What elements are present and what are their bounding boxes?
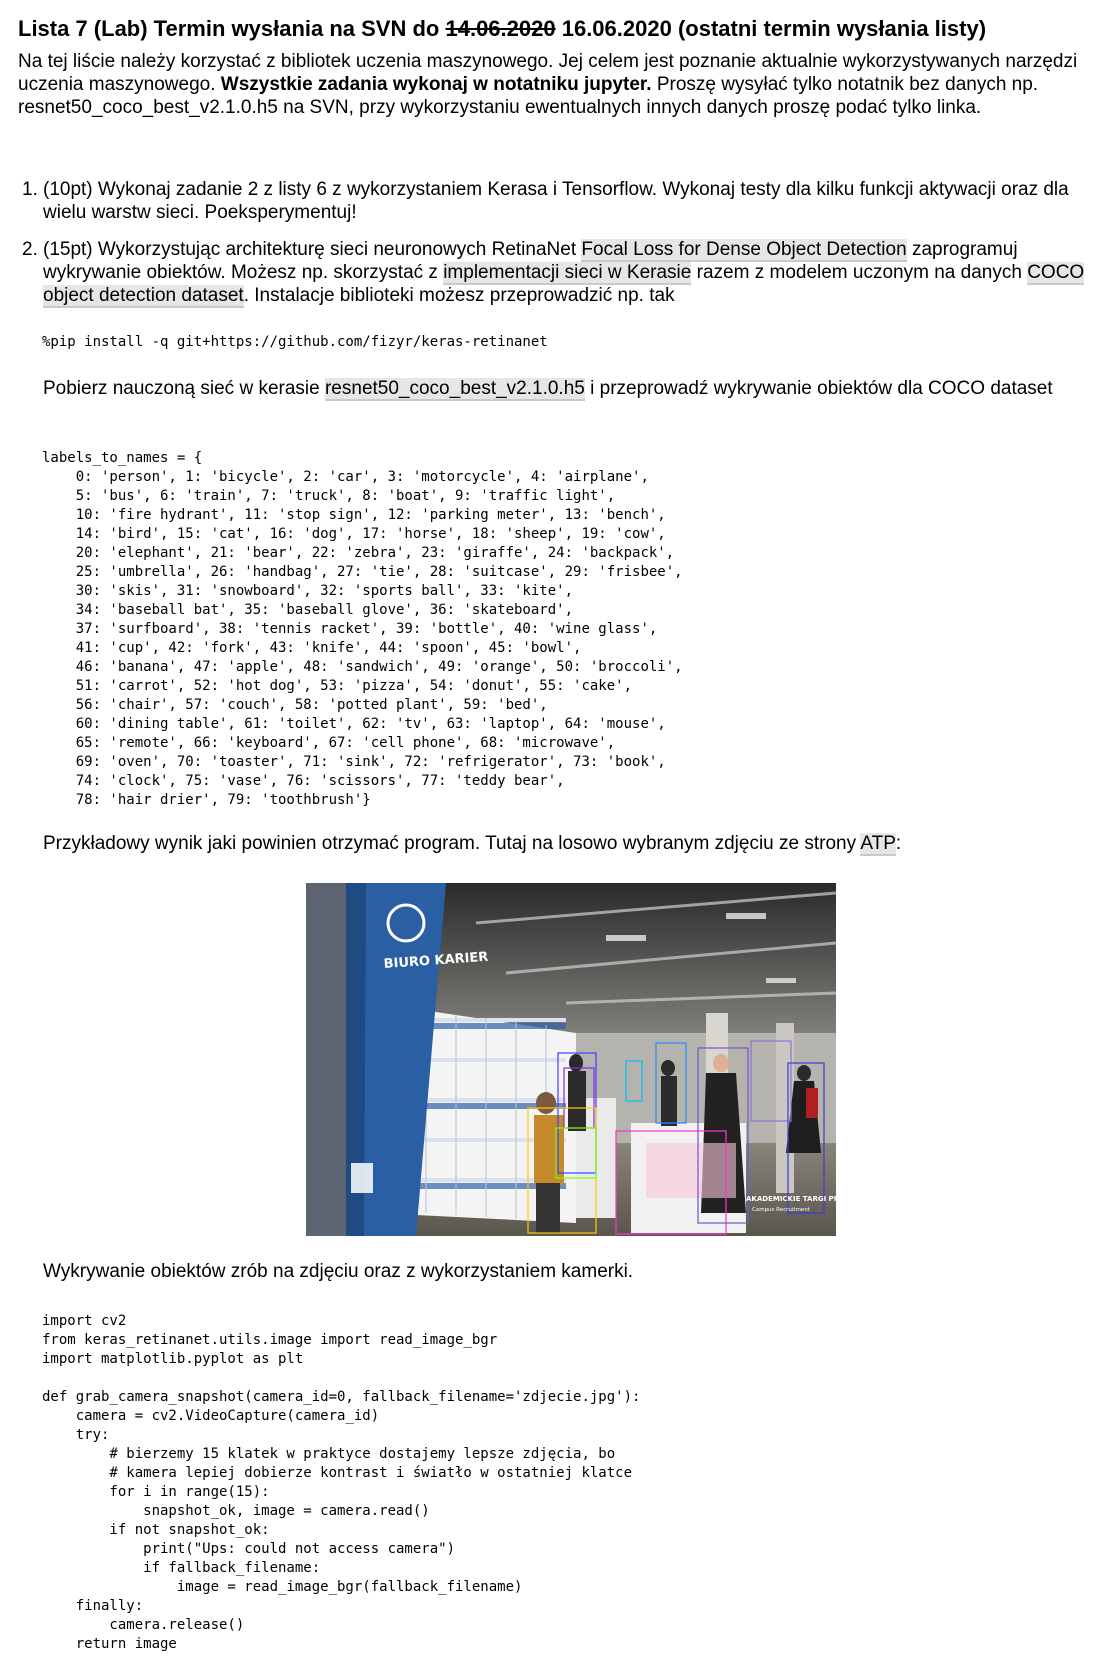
title-old-date: 14.06.2020	[445, 16, 556, 41]
task-2-text-3: razem z modelem uczonym na danych	[696, 262, 1022, 283]
intro-paragraph: Na tej liście należy korzystać z bibliot…	[18, 50, 1098, 119]
photo-illustration: BIURO KARIER AKADEMICKIE TARGI P Campus …	[306, 883, 836, 1236]
task-2-number: 2.	[22, 239, 38, 260]
task-1: 1. (10pt) Wykonaj zadanie 2 z listy 6 z …	[18, 178, 1098, 224]
example-colon: :	[895, 833, 902, 854]
focal-loss-link[interactable]: Focal Loss for Dense Object Detection	[581, 239, 907, 262]
example-text: Przykładowy wynik jaki powinien otrzymać…	[43, 833, 857, 854]
title-prefix: Lista 7 (Lab) Termin wysłania na SVN do	[18, 16, 440, 41]
document-page: Lista 7 (Lab) Termin wysłania na SVN do …	[0, 0, 1120, 1680]
install-code-block: %pip install -q git+https://github.com/f…	[42, 334, 548, 350]
task-1-text: (10pt) Wykonaj zadanie 2 z listy 6 z wyk…	[43, 179, 1069, 223]
photo-watermark-sub: Campus Recruitment	[752, 1207, 811, 1213]
resnet50-model-link[interactable]: resnet50_coco_best_v2.1.0.h5	[324, 378, 585, 401]
example-paragraph: Przykładowy wynik jaki powinien otrzymać…	[43, 832, 1083, 856]
task-2-text: (15pt) Wykorzystując architekturę sieci …	[43, 238, 1098, 308]
detection-example-photo: BIURO KARIER AKADEMICKIE TARGI P Campus …	[306, 883, 836, 1236]
camera-paragraph: Wykrywanie obiektów zrób na zdjęciu oraz…	[43, 1261, 634, 1282]
intro-bold-text: Wszystkie zadania wykonaj w notatniku ju…	[220, 74, 652, 95]
task-2: 2. (15pt) Wykorzystując architekturę sie…	[18, 238, 1098, 308]
atp-link[interactable]: ATP	[860, 833, 896, 856]
page-title: Lista 7 (Lab) Termin wysłania na SVN do …	[18, 14, 986, 44]
task-2-text-4: . Instalacje biblioteki możesz przeprowa…	[243, 285, 675, 306]
labels-code-block: labels_to_names = { 0: 'person', 1: 'bic…	[42, 450, 683, 808]
download-paragraph: Pobierz nauczoną sieć w kerasie resnet50…	[43, 377, 1083, 401]
task-1-number: 1.	[22, 179, 38, 200]
download-text-2: i przeprowadź wykrywanie obiektów dla CO…	[590, 378, 1053, 399]
task-2-text-1: (15pt) Wykorzystując architekturę sieci …	[43, 239, 577, 260]
camera-code-block: import cv2 from keras_retinanet.utils.im…	[42, 1313, 641, 1652]
keras-implementation-link[interactable]: implementacji sieci w Kerasie	[443, 262, 692, 285]
title-new-date: 16.06.2020 (ostatni termin wysłania list…	[561, 16, 987, 41]
photo-watermark: AKADEMICKIE TARGI PRACY	[746, 1195, 836, 1203]
download-text-1: Pobierz nauczoną sieć w kerasie	[43, 378, 320, 399]
